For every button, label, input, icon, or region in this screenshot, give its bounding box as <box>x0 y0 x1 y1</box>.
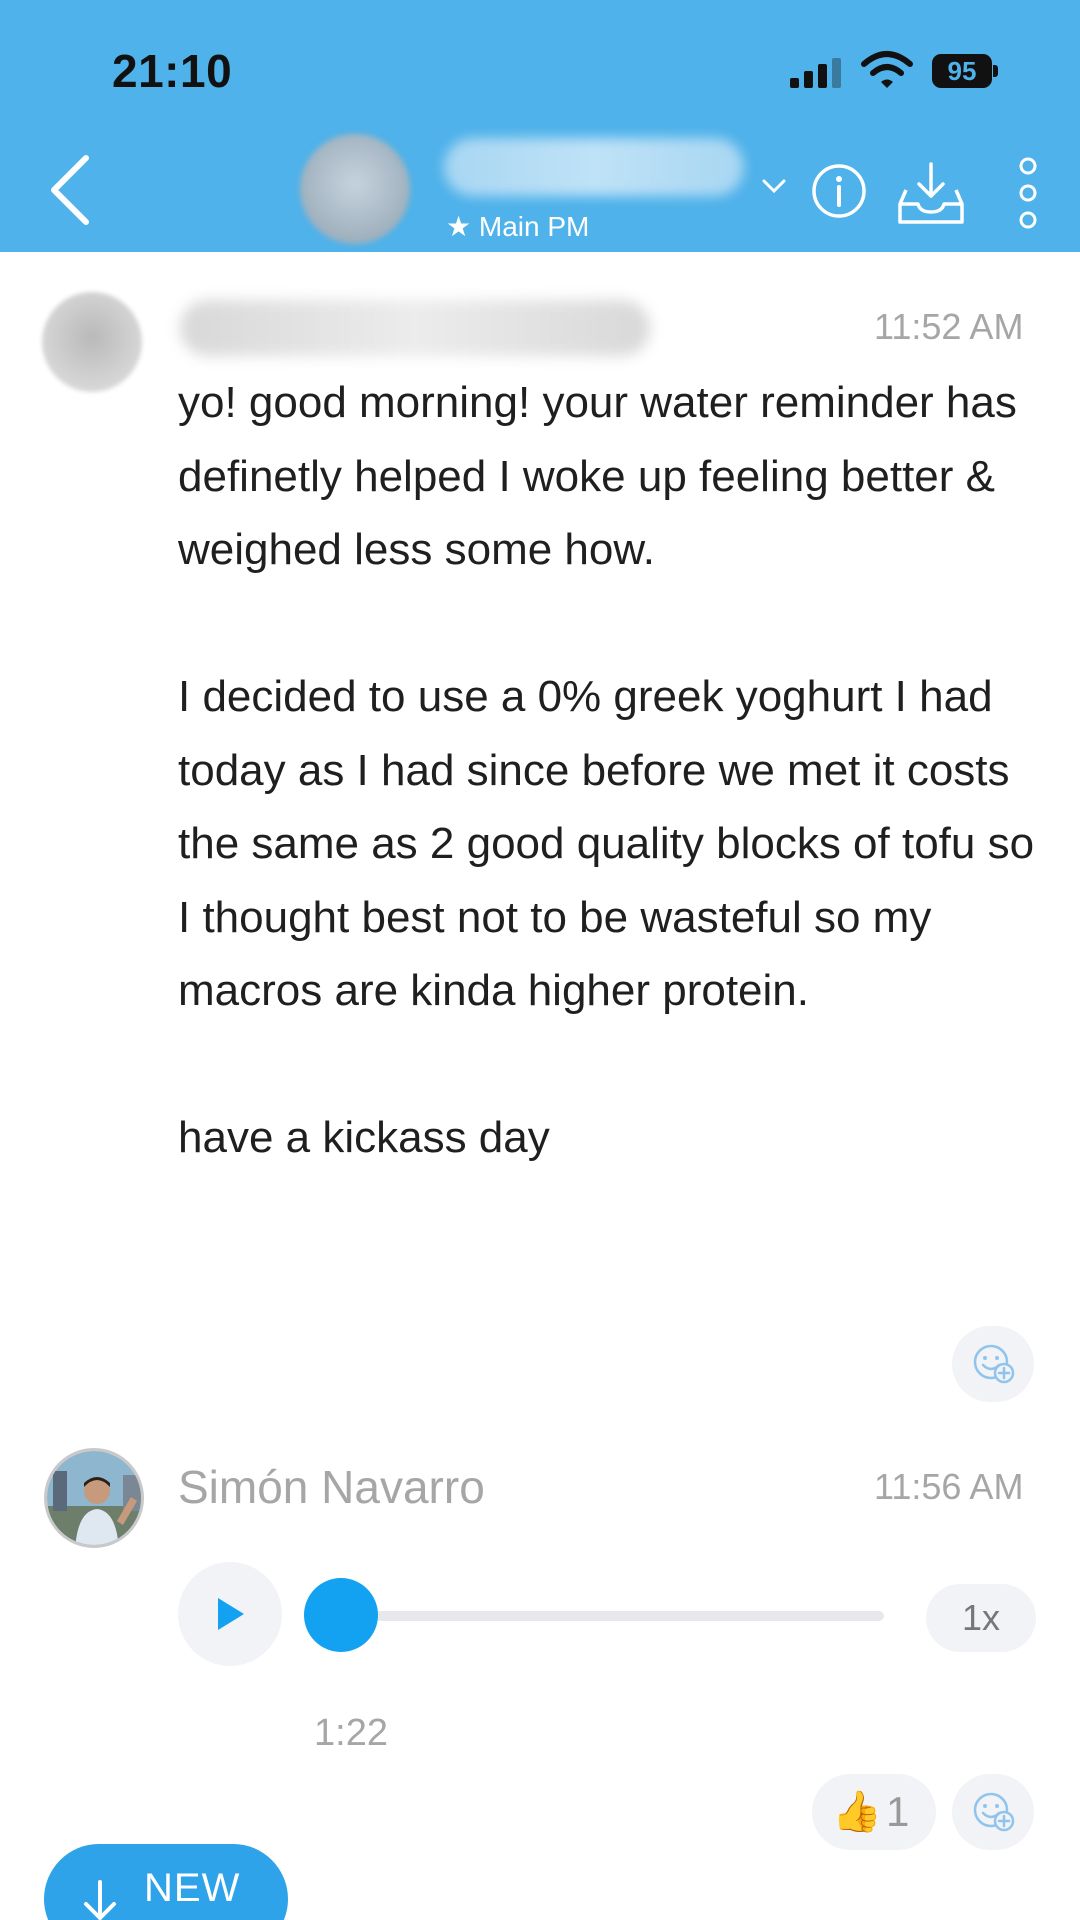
add-reaction-button[interactable] <box>952 1774 1034 1850</box>
message-paragraph: have a kickass day <box>178 1113 550 1162</box>
sender-name-redacted <box>180 300 650 356</box>
contact-avatar[interactable] <box>300 134 410 244</box>
message-paragraph: yo! good morning! your water reminder ha… <box>178 378 1017 574</box>
contact-name-redacted[interactable] <box>444 138 744 196</box>
inbox-download-icon[interactable] <box>896 160 966 226</box>
play-button[interactable] <box>178 1562 282 1666</box>
sender-avatar[interactable] <box>44 1448 144 1548</box>
thumbs-up-icon: 👍 <box>832 1790 882 1834</box>
battery-icon: 95 <box>932 54 998 88</box>
reaction-count: 1 <box>886 1788 910 1835</box>
voice-note-scrubber-handle[interactable] <box>304 1578 378 1652</box>
back-button[interactable] <box>40 150 100 230</box>
message-body: yo! good morning! your water reminder ha… <box>178 366 1038 1175</box>
message-time: 11:52 AM <box>874 306 1024 347</box>
new-messages-button[interactable]: NEW <box>44 1844 288 1920</box>
add-reaction-button[interactable] <box>952 1326 1034 1402</box>
voice-note-duration: 1:22 <box>314 1712 388 1754</box>
info-icon[interactable] <box>810 162 868 220</box>
play-icon <box>218 1598 244 1630</box>
chat-header: 21:10 95 ★ Main PM <box>0 0 1080 252</box>
chat-subtitle: ★ Main PM <box>446 211 590 242</box>
more-vertical-icon[interactable] <box>1012 156 1044 230</box>
sender-avatar-redacted[interactable] <box>42 292 142 392</box>
add-reaction-icon <box>973 1344 1015 1384</box>
sender-name: Simón Navarro <box>178 1461 485 1513</box>
battery-level: 95 <box>932 54 992 88</box>
add-reaction-icon <box>973 1792 1015 1832</box>
playback-speed-button[interactable]: 1x <box>926 1584 1036 1652</box>
status-bar-time: 21:10 <box>112 45 233 97</box>
wifi-icon <box>861 51 913 88</box>
new-messages-label: NEW <box>144 1866 241 1910</box>
cellular-signal-icon <box>790 58 846 88</box>
arrow-down-icon <box>84 1880 116 1920</box>
chevron-down-icon[interactable] <box>760 176 788 196</box>
message-time: 11:56 AM <box>874 1466 1024 1507</box>
voice-note-progress-track[interactable] <box>340 1611 884 1621</box>
reaction-chip[interactable]: 👍 1 <box>812 1774 936 1850</box>
message-paragraph: I decided to use a 0% greek yoghurt I ha… <box>178 672 1035 1015</box>
